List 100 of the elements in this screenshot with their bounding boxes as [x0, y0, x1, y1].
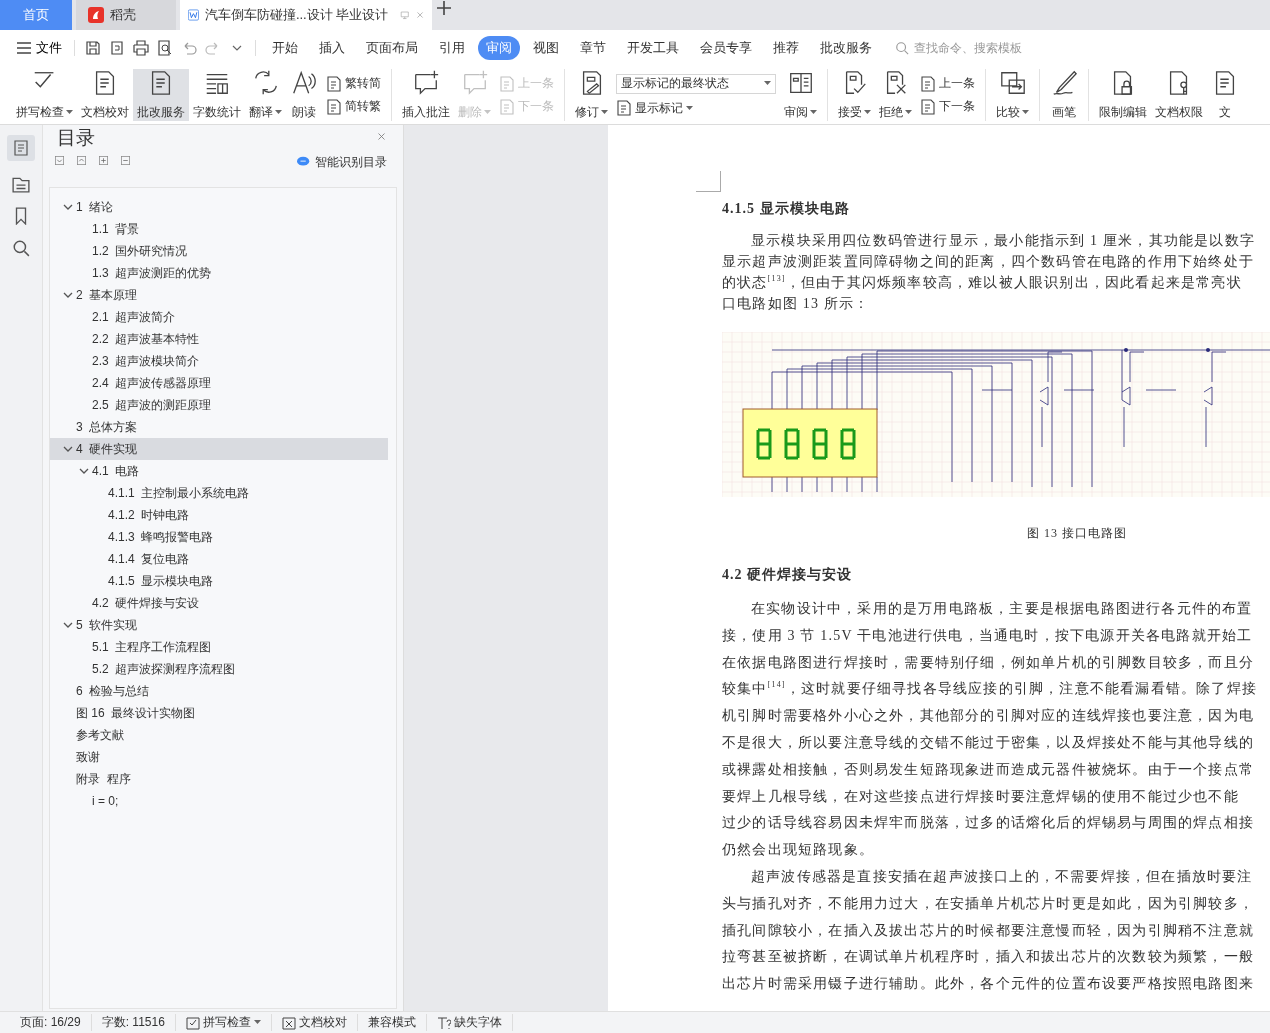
compare-icon — [998, 69, 1027, 97]
small-doc-icon — [326, 75, 342, 92]
caret-icon — [764, 81, 771, 86]
window-tab[interactable]: 汽车倒车防碰撞...设计 毕业设计 — [180, 0, 432, 30]
toc-item[interactable]: 1 绪论 — [50, 196, 388, 218]
ribbon-tab[interactable]: 插入 — [311, 36, 353, 60]
body-paragraph: 超声波传感器是直接安插在超声波接口上的，不需要焊接，但在插放时要注 头与插孔对齐，不能用力过大，在安插单片机芯片时更是如此，因为引脚较多， 插孔间隙较小，在插入及拔出芯片的时候都要注意慢而轻，因为引脚稍不注意就 拉弯甚至被挤断，在调试单片机程序时，插入和拔出芯片的次数较为频繁，一般 出芯片时需采用镊子进行辅助。此外，各个元件的位置布设要严格按照电路图来 — [722, 867, 1255, 994]
status-text: 字数: 11516 — [91, 1014, 176, 1031]
status-button[interactable]: 文档校对 — [271, 1014, 358, 1031]
ribbon-button[interactable]: 限制编辑 — [1095, 69, 1151, 121]
file-menu[interactable]: 文件 — [12, 39, 66, 57]
small-doc-icon — [326, 98, 342, 115]
chevron-down-icon[interactable] — [79, 466, 89, 476]
ribbon-button[interactable]: 画笔 — [1046, 69, 1082, 121]
section-icon — [12, 175, 30, 193]
ribbon-button[interactable]: 繁转简 — [326, 75, 381, 92]
close-icon — [415, 9, 424, 21]
toc-item[interactable]: 5.2 超声波探测程序流程图 — [50, 658, 388, 680]
ribbon-button[interactable]: 显示标记 — [616, 99, 776, 117]
toc-item[interactable]: 2.5 超声波的测距原理 — [50, 394, 388, 416]
toc-item[interactable]: 4.1.3 蜂鸣报警电路 — [50, 526, 388, 548]
toc-item[interactable]: 4.1.2 时钟电路 — [50, 504, 388, 526]
remove-level-icon — [121, 156, 133, 168]
figure-caption: 图 13 接口电路图 — [1026, 525, 1128, 542]
toc-item[interactable]: 参考文献 — [50, 724, 388, 746]
search-field[interactable]: 查找命令、搜索模板 — [895, 40, 1056, 56]
ribbon-button[interactable]: 文 — [1207, 69, 1243, 121]
section-heading: 4.1.5 显示模块电路 — [722, 200, 851, 218]
ribbon-button[interactable]: 翻译 — [245, 69, 286, 121]
ribbon-tab[interactable]: 开发工具 — [619, 36, 687, 60]
add-comment-icon — [412, 69, 440, 97]
section-heading: 4.2 硬件焊接与安设 — [722, 566, 853, 584]
toc-item[interactable]: 1.3 超声波测距的优势 — [50, 262, 388, 284]
font-icon — [436, 1015, 451, 1030]
ribbon-button[interactable]: 插入批注 — [398, 69, 454, 121]
ribbon-button[interactable]: 下一条 — [920, 98, 975, 115]
toc-item[interactable]: 2.1 超声波简介 — [50, 306, 388, 328]
ribbon-button[interactable]: 修订 — [571, 69, 612, 121]
status-button[interactable]: 缺失字体 — [426, 1014, 513, 1031]
add-tab-icon — [436, 0, 452, 16]
checkbox-icon — [185, 1015, 200, 1030]
toc-item[interactable]: 4.2 硬件焊接与安设 — [50, 592, 388, 614]
toc-item[interactable]: 致谢 — [50, 746, 388, 768]
chevron-down-icon[interactable] — [63, 444, 73, 454]
ribbon-button[interactable]: 审阅 — [780, 69, 821, 121]
toc-item[interactable]: 1.2 国外研究情况 — [50, 240, 388, 262]
expand-all-icon — [77, 156, 89, 168]
toc-item[interactable]: 附录 程序 — [50, 768, 388, 790]
markup-dropdown[interactable]: 显示标记的最终状态 — [616, 73, 776, 94]
toc-item[interactable]: 6 检验与总结 — [50, 680, 388, 702]
collapse-all-icon — [55, 156, 67, 168]
small-doc-icon — [920, 75, 936, 92]
ribbon-tab[interactable]: 页面布局 — [358, 36, 426, 60]
body-paragraph: 在实物设计中，采用的是万用电路板，主要是根据电路图进行各元件的布置 接，使用 3 节 1.5V 干电池进行供电，当通电时，按下电源开关各电路就开始工 在依据电路图进行焊接时，需要特别仔细，例如单片机的引脚数目较多，而且分 较集中$^{[14]}$，这时就要仔细寻找各导线应接的引脚，注意不能看漏看错。除了焊接 机引脚时需要格外小心之外，其他部分的引脚对应的连线焊接也要注意，因为电 不是很大，所以要注意导线的交错不能过于密集，以及焊接处不能与其他导线的 或裸露处相接触，否则易发生短路现象进而造成元器件被烧坏。由于一个接点常 要焊上几根导线，在对这些接点进行焊接时要注意焊锡的使用不能过少也不能 过少的话导线容易因未焊牢而脱落，过多的话熔化后的焊锡易与周围的焊点相接 仍然会出现短路现象。 — [722, 600, 1258, 860]
x-box-icon — [281, 1015, 296, 1030]
toc-item[interactable]: 2.4 超声波传感器原理 — [50, 372, 388, 394]
toc-item[interactable]: 1.1 背景 — [50, 218, 388, 240]
toc-item[interactable]: 2.3 超声波模块简介 — [50, 350, 388, 372]
ribbon-button[interactable]: 朗读 — [286, 69, 322, 121]
toc-item[interactable]: 5 软件实现 — [50, 614, 388, 636]
ribbon-button[interactable]: 比较 — [992, 69, 1033, 121]
writer-doc-icon — [188, 7, 199, 23]
ribbon-tab[interactable]: 引用 — [431, 36, 473, 60]
print-preview-icon — [157, 40, 173, 56]
ribbon-tab[interactable]: 视图 — [525, 36, 567, 60]
ribbon-tab[interactable]: 批改服务 — [812, 36, 880, 60]
chevron-down-icon[interactable] — [63, 290, 73, 300]
toc-item[interactable]: 图 16 最终设计实物图 — [50, 702, 388, 724]
search-icon — [12, 239, 30, 257]
ribbon-button[interactable]: 拒绝 — [875, 69, 916, 121]
ribbon-button[interactable]: 文档权限 — [1151, 69, 1207, 121]
ribbon-button[interactable]: 字数统计 — [189, 69, 245, 121]
smart-toc-button[interactable]: 智能识别目录 — [291, 152, 393, 172]
ribbon-tab[interactable]: 会员专享 — [692, 36, 760, 60]
status-button[interactable]: 拼写检查 — [175, 1014, 272, 1031]
toc-item[interactable]: i = 0; — [50, 790, 388, 812]
print-icon — [133, 40, 149, 56]
ribbon-button[interactable]: 批改服务 — [133, 69, 189, 121]
chevron-down-icon[interactable] — [63, 620, 73, 630]
toc-item[interactable]: 3 总体方案 — [50, 416, 388, 438]
ribbon-tab[interactable]: 开始 — [264, 36, 306, 60]
toc-item[interactable]: 4.1.5 显示模块电路 — [50, 570, 388, 592]
ribbon-button[interactable]: 简转繁 — [326, 98, 381, 115]
ribbon-button[interactable]: 上一条 — [920, 75, 975, 92]
ribbon-button[interactable]: 文档校对 — [77, 69, 133, 121]
ribbon-button[interactable]: 拼写检查 — [12, 69, 77, 121]
save-icon — [85, 40, 101, 56]
ribbon-tab[interactable]: 章节 — [572, 36, 614, 60]
toc-item[interactable]: 4 硬件实现 — [50, 438, 388, 460]
toc-item[interactable]: 5.1 主程序工作流程图 — [50, 636, 388, 658]
ribbon-button[interactable]: 接受 — [834, 69, 875, 121]
chevron-down-icon[interactable] — [63, 202, 73, 212]
toc-item[interactable]: 4.1 电路 — [50, 460, 388, 482]
ribbon-tab[interactable]: 推荐 — [765, 36, 807, 60]
window-tab[interactable]: 稻壳 — [76, 0, 176, 30]
toc-item[interactable]: 4.1.4 复位电路 — [50, 548, 388, 570]
small-doc-icon — [920, 98, 936, 115]
toc-item[interactable]: 2.2 超声波基本特性 — [50, 328, 388, 350]
toc-item[interactable]: 2 基本原理 — [50, 284, 388, 306]
toc-item[interactable]: 4.1.1 主控制最小系统电路 — [50, 482, 388, 504]
